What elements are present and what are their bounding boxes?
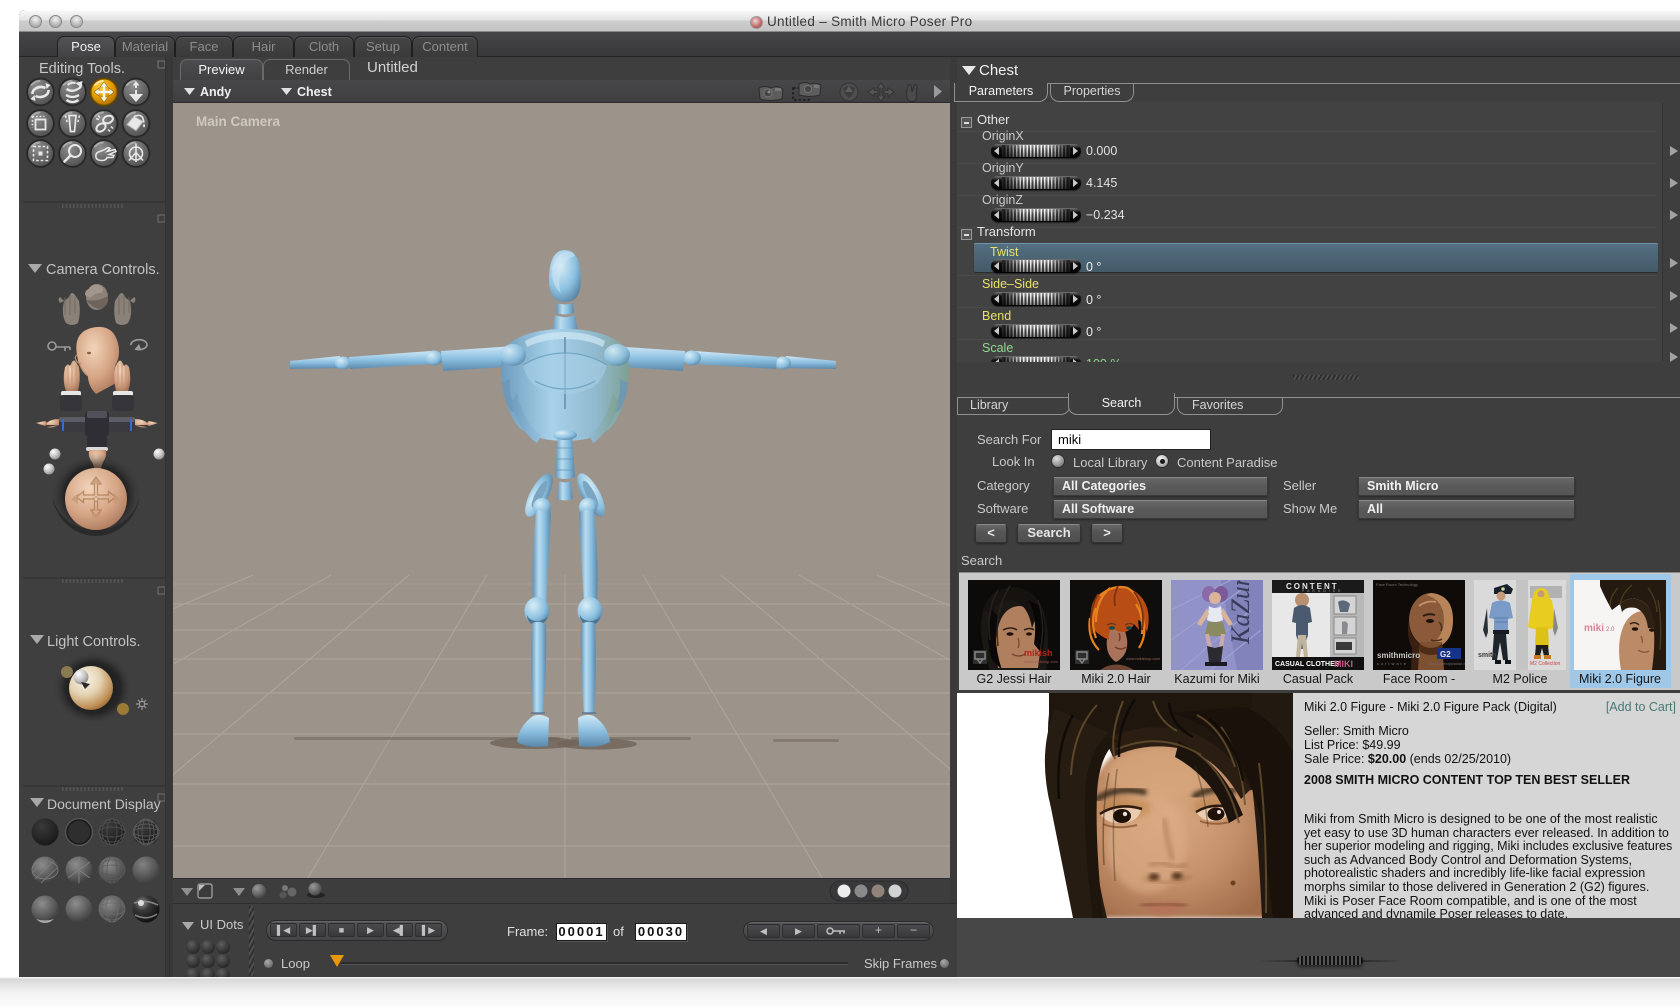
svg-text:Chest: Chest <box>297 85 333 99</box>
svg-text:smithmicro: smithmicro <box>1377 651 1420 660</box>
svg-text:2.0: 2.0 <box>1606 627 1615 633</box>
svg-text:KaZumi: KaZumi <box>1226 580 1255 645</box>
svg-text:Camera Controls.: Camera Controls. <box>46 262 160 278</box>
svg-text:M2 Collection: M2 Collection <box>1530 661 1561 667</box>
svg-text:CASUAL CLOTHES: CASUAL CLOTHES <box>1275 661 1340 668</box>
svg-text:PARADISE: PARADISE <box>1302 589 1343 593</box>
svg-text:www.mikishop.com: www.mikishop.com <box>1126 656 1161 661</box>
svg-text:Document Display: Document Display <box>47 796 161 812</box>
svg-text:mikish: mikish <box>1024 648 1053 658</box>
svg-text:www.contentparadise.com: www.contentparadise.com <box>1429 662 1465 666</box>
svg-text:Andy: Andy <box>200 85 231 99</box>
svg-text:G2: G2 <box>1440 650 1451 659</box>
svg-text:Face Room Technology: Face Room Technology <box>1376 582 1418 587</box>
svg-text:Light Controls.: Light Controls. <box>47 634 141 650</box>
svg-text:www.mikishop.com: www.mikishop.com <box>1024 659 1059 664</box>
svg-text:MIKI: MIKI <box>1334 659 1353 669</box>
svg-text:software: software <box>1377 661 1408 666</box>
svg-text:Editing Tools.: Editing Tools. <box>39 61 125 77</box>
svg-text:miki: miki <box>1584 623 1604 634</box>
svg-text:Main Camera: Main Camera <box>196 114 281 129</box>
svg-text:smith: smith <box>1478 652 1497 659</box>
